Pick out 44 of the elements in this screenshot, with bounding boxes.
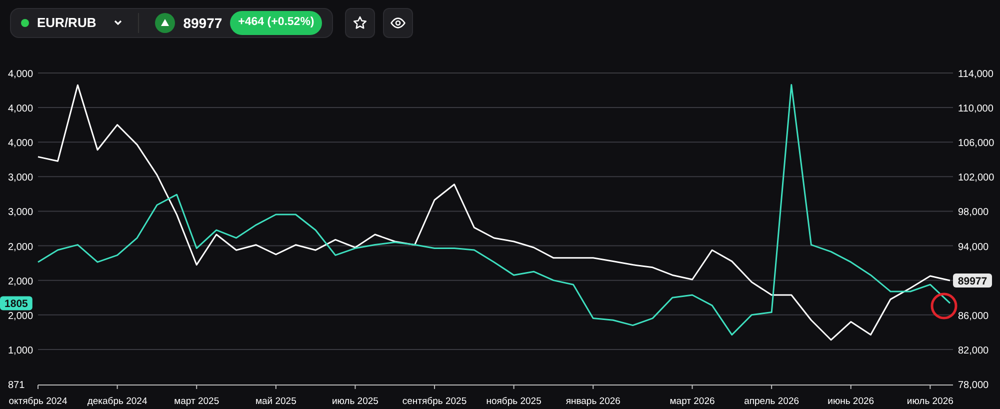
value-marker: 89977 bbox=[953, 274, 992, 288]
axis-label: 82,000 bbox=[958, 345, 989, 356]
axis-label: 4,000 bbox=[8, 138, 34, 150]
axis-label: 98,000 bbox=[958, 207, 989, 218]
axis-label: декабрь 2024 bbox=[87, 396, 148, 407]
axis-label: ноябрь 2025 bbox=[486, 396, 542, 407]
axis-label: 1,000 bbox=[8, 345, 34, 356]
axis-label: июнь 2026 bbox=[828, 396, 874, 407]
axis-label: июль 2026 bbox=[906, 396, 954, 407]
axis-label: 4,000 bbox=[8, 69, 34, 80]
eye-icon bbox=[390, 15, 406, 31]
axis-label: 102,000 bbox=[958, 172, 994, 184]
axis-label: 110,000 bbox=[958, 104, 994, 115]
symbol-dropdown[interactable]: EUR/RUB bbox=[37, 13, 122, 33]
axis-label: 871 bbox=[8, 380, 25, 391]
axis-label: март 2025 bbox=[174, 396, 220, 407]
axis-label: 2,000 bbox=[8, 310, 34, 322]
watch-button[interactable] bbox=[383, 8, 414, 38]
price-value: 89977 bbox=[183, 14, 222, 32]
axis-label: январь 2026 bbox=[566, 396, 620, 407]
axis-label: октябрь 2024 bbox=[8, 396, 68, 407]
axis-label: апрель 2026 bbox=[744, 396, 800, 407]
axis-label: 106,000 bbox=[958, 138, 994, 150]
y2-tick-label: 1805 bbox=[4, 298, 28, 310]
axis-label: 114,000 bbox=[958, 69, 994, 80]
axis-label: 86,000 bbox=[958, 310, 989, 322]
change-badge: +464 (+0.52%) bbox=[230, 11, 322, 35]
axis-label: июль 2025 bbox=[332, 396, 378, 407]
axis-label: март 2026 bbox=[670, 396, 715, 407]
caret-icon bbox=[114, 20, 122, 26]
axis-label: 2,000 bbox=[8, 276, 34, 288]
axis-label: 78,000 bbox=[958, 380, 989, 391]
axis-label: 2,000 bbox=[8, 242, 34, 253]
axis-label: 3,000 bbox=[8, 172, 34, 184]
axis-label: сентябрь 2025 bbox=[402, 396, 467, 407]
axis-label: май 2025 bbox=[255, 396, 296, 407]
axis-label: 4,000 bbox=[8, 104, 34, 115]
highlight-circle bbox=[930, 292, 958, 320]
favorite-button[interactable] bbox=[345, 8, 376, 38]
y-tick-label: 89977 bbox=[958, 276, 988, 288]
axis-label: 3,000 bbox=[8, 207, 34, 218]
value-marker: 1805 bbox=[0, 296, 32, 310]
star-icon bbox=[352, 15, 368, 31]
axis-label: 94,000 bbox=[958, 242, 989, 253]
